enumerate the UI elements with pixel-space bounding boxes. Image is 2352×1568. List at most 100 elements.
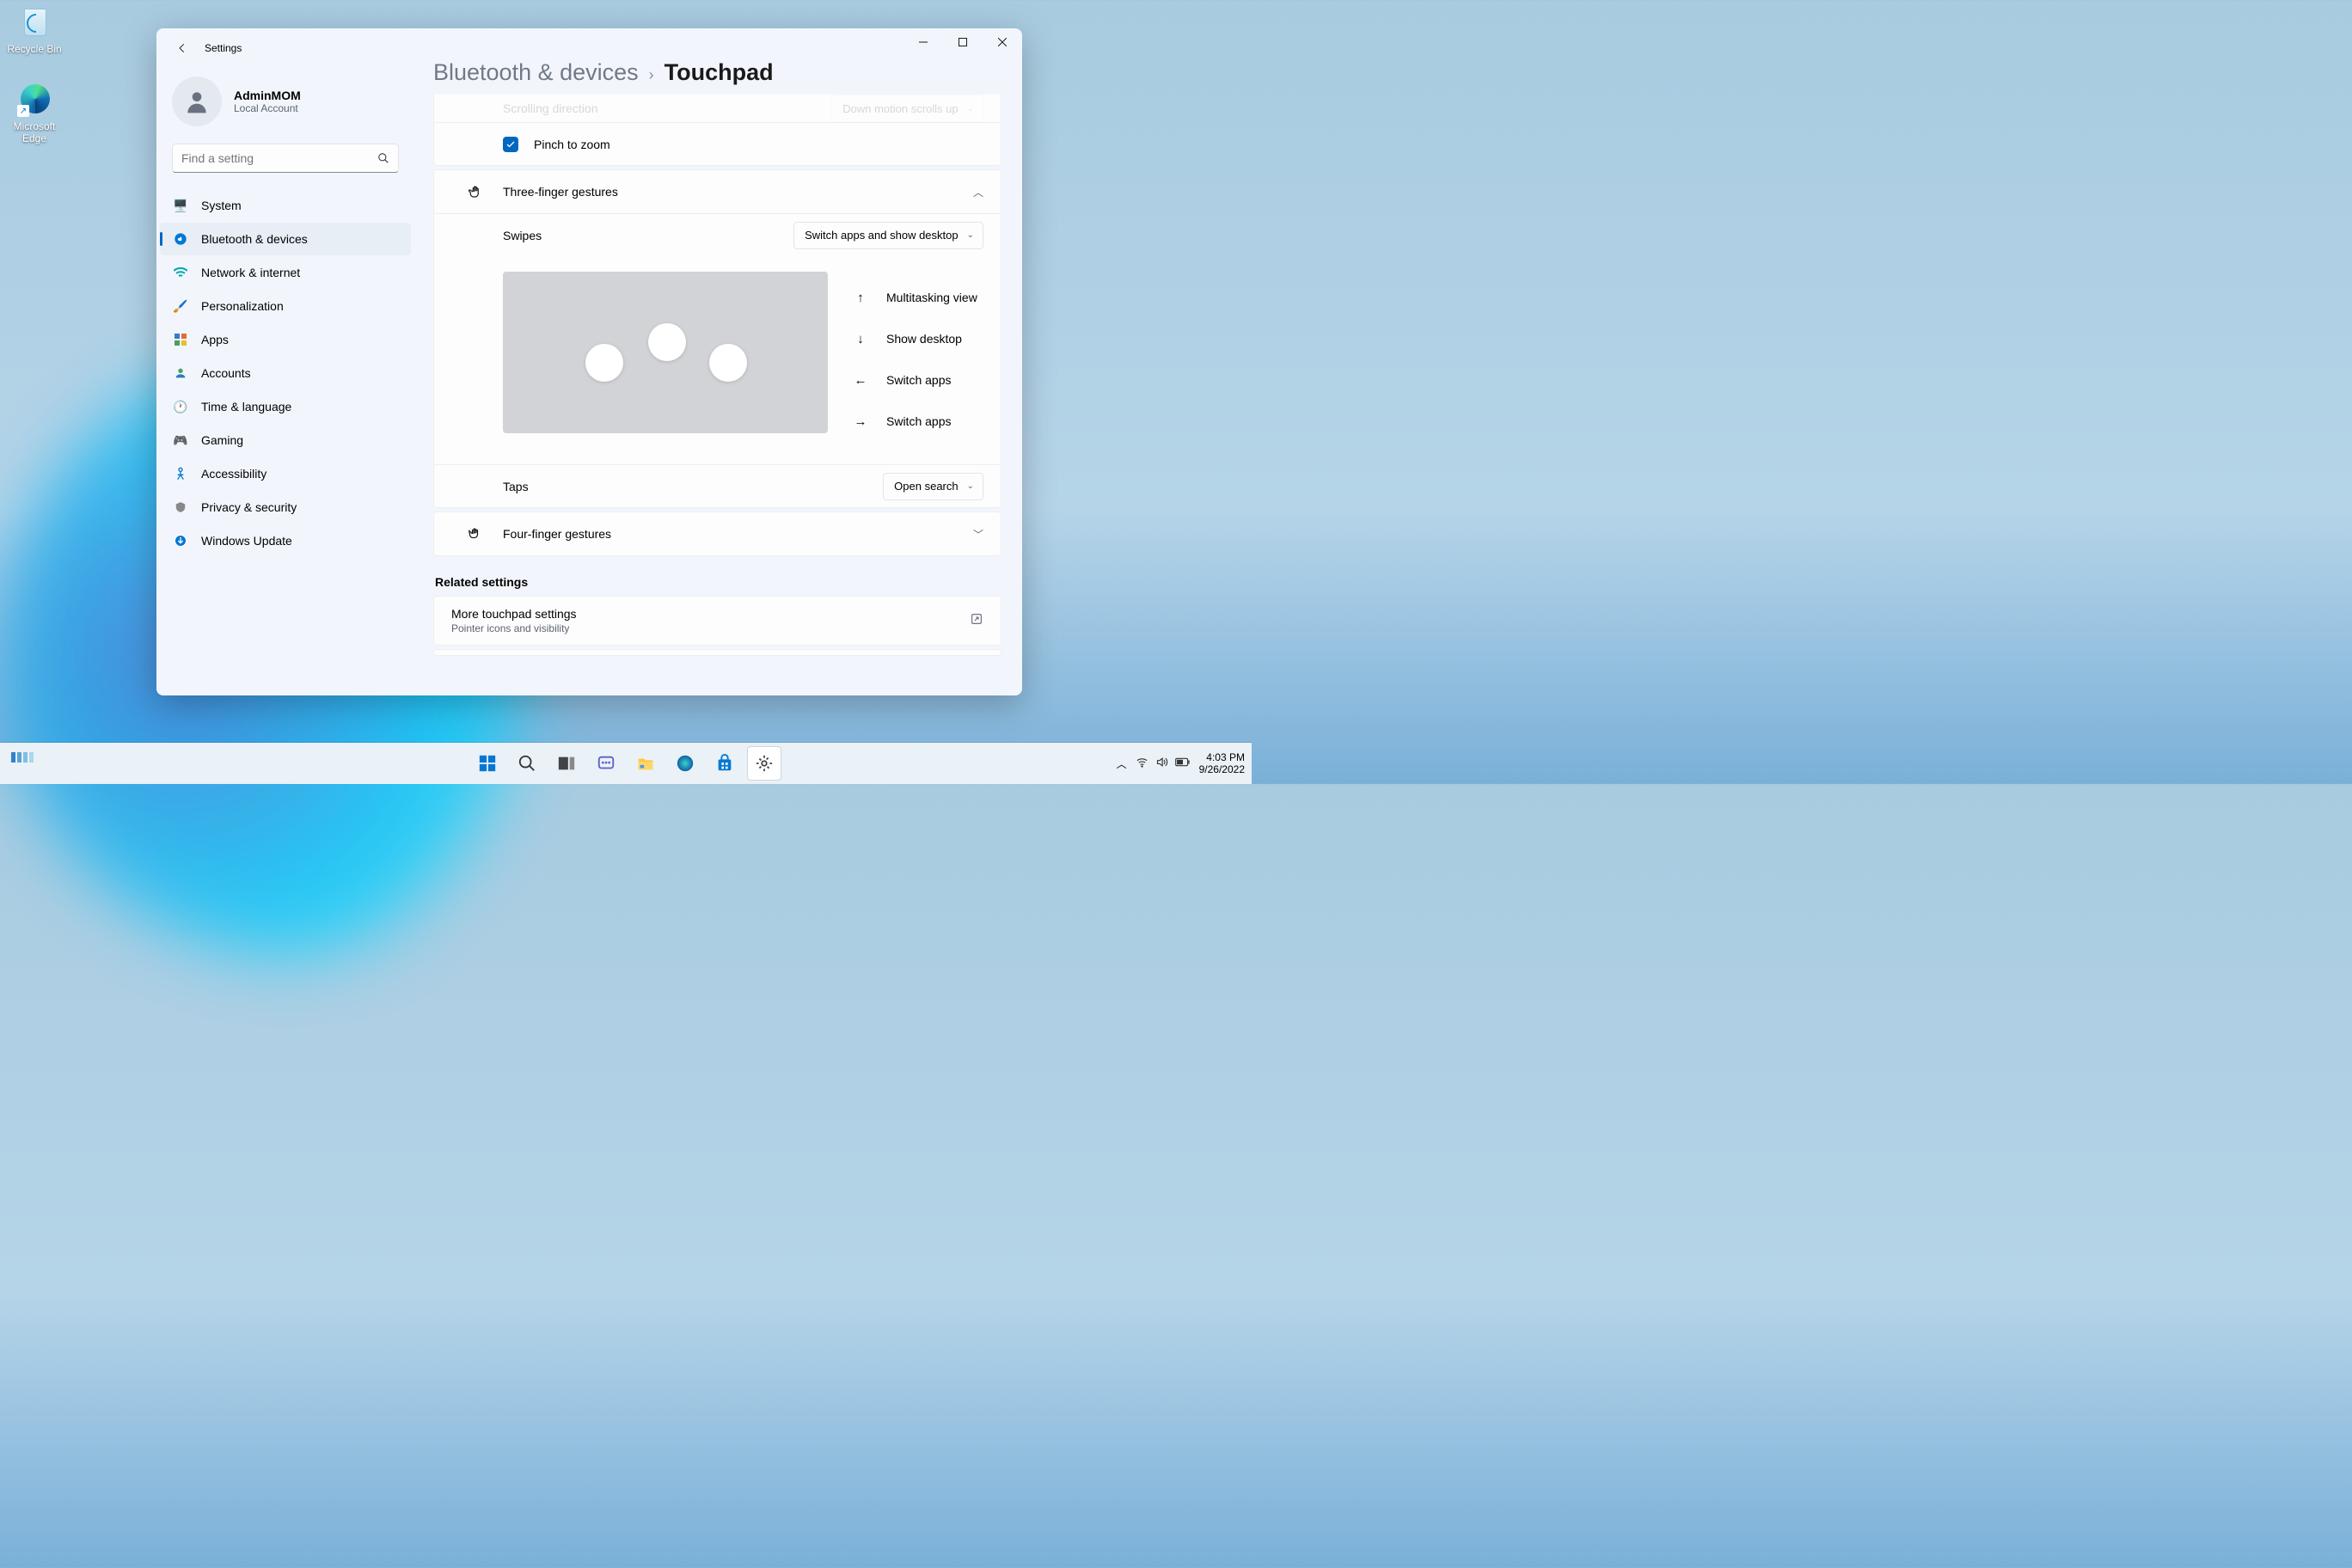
chevron-right-icon: › <box>649 66 654 84</box>
gesture-left: ←Switch apps <box>854 359 977 401</box>
scrolling-direction-label: Scrolling direction <box>503 101 831 115</box>
task-view-button[interactable] <box>549 746 584 781</box>
nav-icon: 🎮 <box>172 433 189 448</box>
settings-window: Settings AdminMOM Local Account 🖥️ System… <box>156 28 1022 695</box>
search-icon <box>377 152 389 164</box>
nav-icon <box>172 267 189 278</box>
clock[interactable]: 4:03 PM 9/26/2022 <box>1199 751 1245 776</box>
nav-label: Windows Update <box>201 534 292 548</box>
nav-icon <box>172 467 189 481</box>
edge-shortcut-icon[interactable]: ↗ Microsoft Edge <box>0 83 69 144</box>
finger-icon <box>648 323 686 361</box>
edge-button[interactable] <box>668 746 702 781</box>
nav-label: Accounts <box>201 366 251 380</box>
nav-label: Accessibility <box>201 467 266 481</box>
three-finger-header[interactable]: Three-finger gestures ︿ <box>434 170 1001 213</box>
sidebar-item-apps[interactable]: Apps <box>160 323 411 356</box>
sidebar-item-personalization[interactable]: 🖌️ Personalization <box>160 290 411 322</box>
arrow-right-icon: → <box>854 414 867 429</box>
nav-label: Apps <box>201 333 229 346</box>
search-input[interactable] <box>181 151 377 165</box>
gesture-directions: ↑Multitasking view ↓Show desktop ←Switch… <box>854 272 977 447</box>
sidebar-item-bluetooth-devices[interactable]: Bluetooth & devices <box>160 223 411 255</box>
arrow-down-icon: ↓ <box>854 332 867 346</box>
finger-icon <box>709 344 747 382</box>
user-profile[interactable]: AdminMOM Local Account <box>156 68 414 135</box>
search-input-wrapper[interactable] <box>172 144 399 173</box>
hand-four-icon <box>469 526 486 542</box>
nav-icon <box>172 500 189 514</box>
sidebar-item-accessibility[interactable]: Accessibility <box>160 457 411 490</box>
battery-icon[interactable] <box>1175 756 1191 771</box>
touchpad-demo <box>503 272 828 433</box>
back-button[interactable] <box>172 38 193 58</box>
pinch-to-zoom-row[interactable]: Pinch to zoom <box>434 122 1001 165</box>
file-explorer-button[interactable] <box>628 746 663 781</box>
nav-icon: 🕐 <box>172 400 189 414</box>
gesture-up: ↑Multitasking view <box>854 277 977 318</box>
sidebar-item-accounts[interactable]: Accounts <box>160 357 411 389</box>
sidebar-item-time-language[interactable]: 🕐 Time & language <box>160 390 411 423</box>
user-name: AdminMOM <box>234 89 301 102</box>
nav-label: Network & internet <box>201 266 300 279</box>
sidebar-item-privacy-security[interactable]: Privacy & security <box>160 491 411 524</box>
window-title: Settings <box>205 42 242 54</box>
system-tray: ︿ 4:03 PM 9/26/2022 <box>1117 751 1245 776</box>
chevron-up-icon[interactable]: ︿ <box>973 185 983 199</box>
avatar <box>172 77 222 126</box>
swipes-row: Swipes Switch apps and show desktop⌄ <box>434 213 1001 256</box>
open-external-icon <box>970 612 983 630</box>
arrow-left-icon: ← <box>854 373 867 388</box>
taskbar: ︿ 4:03 PM 9/26/2022 <box>0 743 1252 784</box>
wifi-icon[interactable] <box>1136 756 1148 771</box>
settings-button[interactable] <box>747 746 781 781</box>
taps-dropdown[interactable]: Open search⌄ <box>883 473 983 500</box>
finger-icon <box>585 344 623 382</box>
nav-icon <box>172 534 189 548</box>
close-button[interactable] <box>983 28 1022 56</box>
user-account-type: Local Account <box>234 102 301 114</box>
scrolling-direction-dropdown[interactable]: Down motion scrolls up⌄ <box>831 95 983 122</box>
nav-icon: 🖥️ <box>172 199 189 213</box>
store-button[interactable] <box>707 746 742 781</box>
gesture-right: →Switch apps <box>854 401 977 442</box>
more-touchpad-settings[interactable]: More touchpad settings Pointer icons and… <box>433 596 1001 646</box>
nav-icon: 🖌️ <box>172 299 189 314</box>
volume-icon[interactable] <box>1155 756 1168 771</box>
chevron-down-icon[interactable]: ﹀ <box>973 527 983 542</box>
minimize-button[interactable] <box>903 28 943 56</box>
nav-label: Bluetooth & devices <box>201 232 308 246</box>
widgets-button[interactable] <box>10 751 34 775</box>
search-button[interactable] <box>510 746 544 781</box>
nav-label: Personalization <box>201 299 284 313</box>
hand-three-icon <box>469 184 486 199</box>
nav-icon <box>172 232 189 246</box>
nav-label: System <box>201 199 242 212</box>
four-finger-header[interactable]: Four-finger gestures ﹀ <box>434 512 1001 555</box>
sidebar-item-gaming[interactable]: 🎮 Gaming <box>160 424 411 456</box>
sidebar-item-windows-update[interactable]: Windows Update <box>160 524 411 557</box>
tray-overflow-icon[interactable]: ︿ <box>1117 756 1127 771</box>
gesture-down: ↓Show desktop <box>854 318 977 359</box>
related-settings-heading: Related settings <box>435 575 1001 589</box>
window-controls <box>903 28 1022 56</box>
checkbox-checked-icon[interactable] <box>503 137 518 152</box>
swipes-dropdown[interactable]: Switch apps and show desktop⌄ <box>793 222 983 249</box>
nav-icon <box>172 366 189 380</box>
chat-button[interactable] <box>589 746 623 781</box>
page-title: Touchpad <box>665 59 774 86</box>
sidebar-item-network-internet[interactable]: Network & internet <box>160 256 411 289</box>
arrow-up-icon: ↑ <box>854 291 867 305</box>
nav-label: Gaming <box>201 433 243 447</box>
nav-list: 🖥️ System Bluetooth & devices Network & int… <box>156 185 414 561</box>
nav-label: Privacy & security <box>201 500 297 514</box>
sidebar: Settings AdminMOM Local Account 🖥️ System… <box>156 28 414 695</box>
taps-row: Taps Open search⌄ <box>434 464 1001 507</box>
recycle-bin-icon[interactable]: Recycle Bin <box>0 5 69 55</box>
sidebar-item-system[interactable]: 🖥️ System <box>160 189 411 222</box>
nav-icon <box>172 334 189 346</box>
breadcrumb-parent[interactable]: Bluetooth & devices <box>433 59 639 86</box>
maximize-button[interactable] <box>943 28 983 56</box>
nav-label: Time & language <box>201 400 291 413</box>
start-button[interactable] <box>470 746 505 781</box>
